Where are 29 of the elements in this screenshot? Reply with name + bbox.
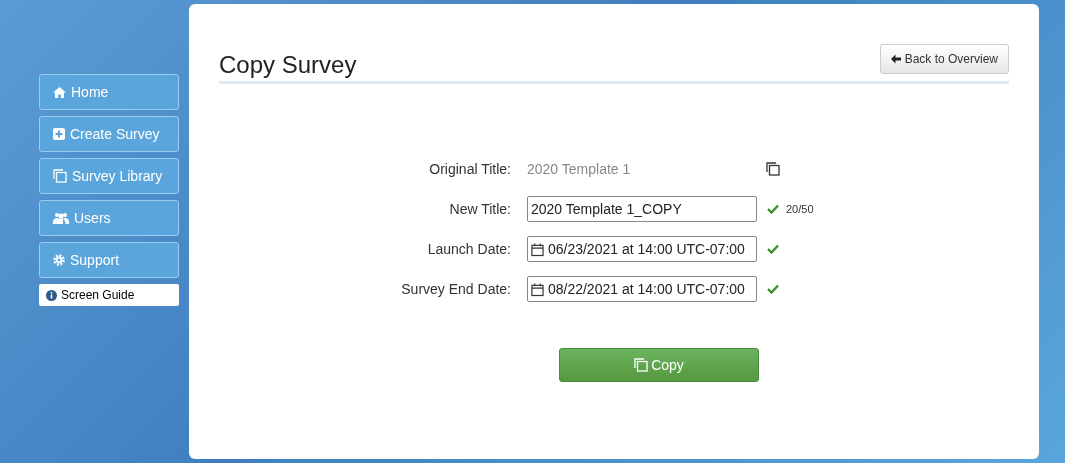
sidebar-item[interactable]: Support xyxy=(39,242,179,278)
back-button[interactable]: Back to Overview xyxy=(879,44,1009,74)
field-label: Original Title: xyxy=(428,159,512,179)
copy-icon xyxy=(634,358,649,372)
calendar-icon xyxy=(531,281,544,297)
copy-button[interactable]: Copy xyxy=(559,348,759,382)
field-label: Launch Date: xyxy=(426,239,512,259)
info-icon xyxy=(46,289,57,301)
users-icon xyxy=(53,212,69,224)
character-count: 20/50 xyxy=(786,201,814,217)
copy-icon xyxy=(53,169,67,183)
sidebar-item[interactable]: Create Survey xyxy=(39,116,179,152)
sidebar-item[interactable]: Users xyxy=(39,200,179,236)
copy-icon xyxy=(766,162,780,176)
field-label: Survey End Date: xyxy=(400,279,512,299)
date-field[interactable]: 08/22/2021 at 14:00 UTC-07:00 xyxy=(527,276,757,302)
screen-guide-button[interactable]: Screen Guide xyxy=(39,284,179,306)
gear-icon xyxy=(53,254,65,266)
home-icon xyxy=(53,86,66,98)
sidebar-item[interactable]: Survey Library xyxy=(39,158,179,194)
plus-square-icon xyxy=(53,128,65,140)
page-title: Copy Survey xyxy=(219,53,357,77)
input-field[interactable]: 2020 Template 1_COPY xyxy=(527,196,757,222)
sidebar-item[interactable]: Home xyxy=(39,74,179,110)
date-field[interactable]: 06/23/2021 at 14:00 UTC-07:00 xyxy=(527,236,757,262)
original-title-value: 2020 Template 1 xyxy=(527,159,632,179)
calendar-icon xyxy=(531,241,544,257)
field-label: New Title: xyxy=(448,199,512,219)
arrow-left-icon xyxy=(890,54,901,64)
